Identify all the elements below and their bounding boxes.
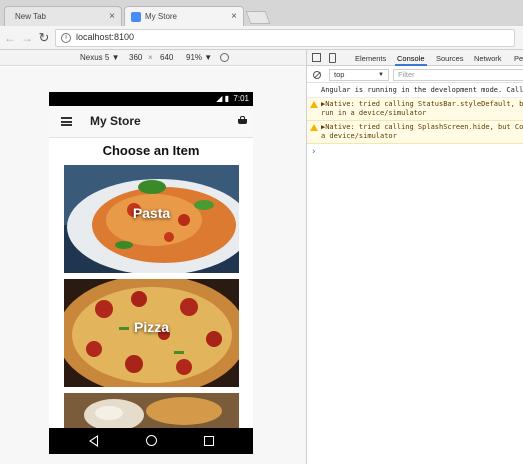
device-width[interactable]: 360 — [129, 53, 142, 62]
tab-performance[interactable]: Pe — [514, 54, 523, 63]
url-text[interactable]: localhost:8100 — [76, 32, 134, 42]
tab-elements[interactable]: Elements — [355, 54, 386, 63]
app-title: My Store — [90, 114, 141, 128]
status-time: 7:01 — [233, 94, 249, 103]
signal-icon: ◢ ▮ — [216, 94, 229, 103]
tab-strip: New Tab × My Store × — [0, 0, 523, 26]
item-label: Pasta — [132, 205, 171, 221]
console-filter-bar: top ▼ Filter — [307, 67, 523, 83]
message-line: a device/simulator — [321, 132, 397, 140]
food-image — [64, 393, 239, 433]
zoom-select[interactable]: 91% ▼ — [186, 53, 212, 62]
devtools-tab-bar: Elements Console Sources Network Pe — [307, 50, 523, 66]
tab-sources[interactable]: Sources — [436, 54, 464, 63]
forward-arrow-icon[interactable]: → — [20, 30, 34, 46]
console-output: Angular is running in the development mo… — [307, 84, 523, 160]
warning-icon — [310, 124, 318, 131]
message-line: ▶Native: tried calling StatusBar.styleDe… — [321, 100, 523, 108]
reload-icon[interactable]: ↻ — [37, 30, 51, 46]
console-prompt[interactable]: › — [307, 144, 523, 160]
menu-icon[interactable] — [61, 117, 72, 126]
close-icon[interactable]: × — [109, 7, 115, 26]
browser-toolbar: ← → ↻ i localhost:8100 — [0, 26, 523, 50]
item-card-third[interactable] — [64, 393, 239, 433]
context-select[interactable]: top ▼ — [329, 69, 389, 81]
item-card-pasta[interactable]: Pasta — [64, 165, 239, 273]
recents-icon[interactable] — [204, 436, 214, 446]
phone-screen: ◢ ▮ 7:01 My Store Choose an Item Pasta P… — [49, 92, 253, 454]
tab-label: My Store — [145, 12, 178, 21]
address-bar[interactable]: i localhost:8100 — [55, 29, 515, 47]
item-card-pizza[interactable]: Pizza — [64, 279, 239, 387]
dimension-separator: × — [148, 53, 153, 62]
rotate-icon[interactable] — [220, 53, 229, 62]
favicon-icon — [131, 12, 141, 22]
message-line: run in a device/simulator — [321, 109, 427, 117]
console-filter-input[interactable]: Filter — [393, 69, 523, 81]
devtools-panel: Elements Console Sources Network Pe top … — [306, 50, 523, 464]
page-heading: Choose an Item — [102, 143, 200, 158]
device-mode-icon[interactable] — [329, 53, 336, 63]
info-icon[interactable]: i — [61, 33, 71, 43]
clear-console-icon[interactable] — [313, 71, 321, 79]
close-icon[interactable]: × — [231, 7, 237, 26]
android-nav-bar — [49, 428, 253, 454]
cart-icon[interactable] — [238, 116, 247, 124]
message-line: Angular is running in the development mo… — [321, 86, 523, 94]
console-warning[interactable]: ▶Native: tried calling SplashScreen.hide… — [307, 121, 523, 144]
app-header: My Store — [49, 106, 253, 138]
console-warning[interactable]: ▶Native: tried calling StatusBar.styleDe… — [307, 98, 523, 121]
console-message: Angular is running in the development mo… — [307, 84, 523, 98]
item-label: Pizza — [133, 319, 169, 335]
active-tab-indicator — [395, 64, 427, 66]
device-select[interactable]: Nexus 5 ▼ — [80, 53, 120, 62]
back-icon[interactable] — [89, 435, 98, 447]
device-toolbar: Nexus 5 ▼ 360 × 640 91% ▼ — [0, 50, 306, 66]
tab-label: New Tab — [15, 12, 46, 21]
back-arrow-icon[interactable]: ← — [3, 30, 17, 46]
tab-my-store[interactable]: My Store × — [124, 6, 244, 26]
inspect-icon[interactable] — [312, 53, 321, 62]
warning-icon — [310, 101, 318, 108]
device-height[interactable]: 640 — [160, 53, 173, 62]
chevron-down-icon: ▼ — [378, 72, 384, 78]
home-icon[interactable] — [146, 435, 157, 446]
new-tab-button[interactable] — [245, 11, 271, 24]
tab-console[interactable]: Console — [397, 54, 425, 63]
message-line: ▶Native: tried calling SplashScreen.hide… — [321, 123, 523, 131]
context-value: top — [334, 70, 345, 79]
tab-network[interactable]: Network — [474, 54, 502, 63]
android-status-bar: ◢ ▮ 7:01 — [49, 92, 253, 106]
tab-new-tab[interactable]: New Tab × — [4, 6, 122, 26]
